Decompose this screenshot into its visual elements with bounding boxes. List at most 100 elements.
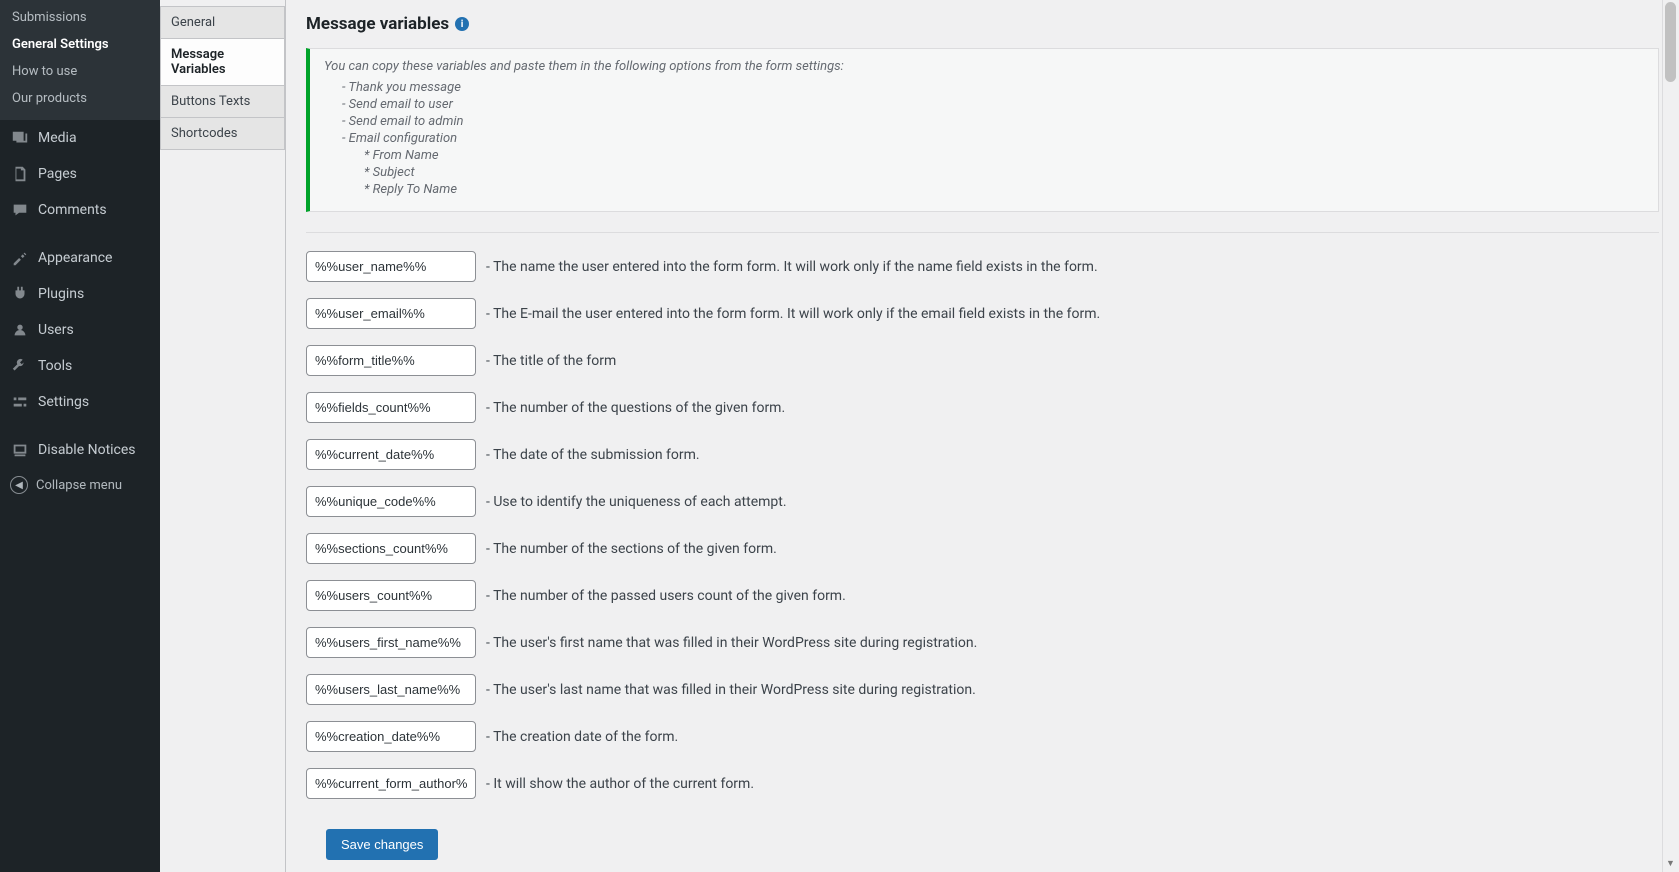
- variable-row: - The date of the submission form.: [306, 439, 1659, 470]
- notice-lead: You can copy these variables and paste t…: [324, 59, 1644, 74]
- tab-general[interactable]: General: [160, 6, 285, 38]
- variable-description: - The creation date of the form.: [486, 729, 678, 745]
- page-title: Message variables i: [306, 14, 1659, 34]
- save-button-wrap: Save changes: [326, 829, 438, 860]
- sidebar-item-label: Plugins: [38, 286, 84, 302]
- notice-line: - Send email to user: [324, 97, 1644, 112]
- sidebar-item-label: Settings: [38, 394, 89, 410]
- page-title-text: Message variables: [306, 14, 449, 34]
- media-icon: [10, 128, 30, 148]
- sidebar-item-pages[interactable]: Pages: [0, 156, 160, 192]
- separator: [306, 232, 1659, 233]
- comments-icon: [10, 200, 30, 220]
- scrollbar-thumb[interactable]: [1665, 2, 1676, 82]
- variable-token-input[interactable]: [306, 392, 476, 423]
- tab-buttons-texts[interactable]: Buttons Texts: [160, 85, 285, 117]
- sidebar-sub-our-products[interactable]: Our products: [0, 85, 160, 112]
- variable-token-input[interactable]: [306, 345, 476, 376]
- notice-box: You can copy these variables and paste t…: [306, 48, 1659, 212]
- users-icon: [10, 320, 30, 340]
- notices-icon: [10, 440, 30, 460]
- variable-row: - The number of the questions of the giv…: [306, 392, 1659, 423]
- variable-description: - The number of the passed users count o…: [486, 588, 846, 604]
- variable-row: - The creation date of the form.: [306, 721, 1659, 752]
- info-icon[interactable]: i: [455, 17, 469, 31]
- sidebar-item-appearance[interactable]: Appearance: [0, 240, 160, 276]
- sidebar-item-label: Tools: [38, 358, 72, 374]
- collapse-menu[interactable]: ◀ Collapse menu: [0, 468, 160, 502]
- variable-token-input[interactable]: [306, 251, 476, 282]
- variable-row: - The user's last name that was filled i…: [306, 674, 1659, 705]
- main-area: General Message Variables Buttons Texts …: [160, 0, 1679, 872]
- wp-admin-sidebar: Submissions General Settings How to use …: [0, 0, 160, 872]
- sidebar-item-label: Media: [38, 130, 77, 146]
- app-root: Submissions General Settings How to use …: [0, 0, 1679, 872]
- variable-token-input[interactable]: [306, 298, 476, 329]
- sidebar-separator: [0, 420, 160, 432]
- notice-line: - Email configuration: [324, 131, 1644, 146]
- sidebar-item-settings[interactable]: Settings: [0, 384, 160, 420]
- settings-tabs: General Message Variables Buttons Texts …: [160, 0, 285, 872]
- variable-token-input[interactable]: [306, 486, 476, 517]
- variable-row: - The user's first name that was filled …: [306, 627, 1659, 658]
- variable-token-input[interactable]: [306, 580, 476, 611]
- notice-line: - Thank you message: [324, 80, 1644, 95]
- variable-token-input[interactable]: [306, 533, 476, 564]
- variable-description: - The number of the questions of the giv…: [486, 400, 785, 416]
- sidebar-item-users[interactable]: Users: [0, 312, 160, 348]
- sidebar-separator: [0, 228, 160, 240]
- sidebar-item-media[interactable]: Media: [0, 120, 160, 156]
- tools-icon: [10, 356, 30, 376]
- tab-shortcodes[interactable]: Shortcodes: [160, 117, 285, 150]
- notice-line: - Send email to admin: [324, 114, 1644, 129]
- collapse-icon: ◀: [10, 476, 28, 494]
- notice-subline: * Subject: [324, 165, 1644, 180]
- variable-token-input[interactable]: [306, 439, 476, 470]
- variable-description: - The E-mail the user entered into the f…: [486, 306, 1100, 322]
- sidebar-item-label: Comments: [38, 202, 107, 218]
- appearance-icon: [10, 248, 30, 268]
- variable-description: - The name the user entered into the for…: [486, 259, 1098, 275]
- variable-description: - Use to identify the uniqueness of each…: [486, 494, 787, 510]
- sidebar-item-label: Disable Notices: [38, 442, 136, 458]
- tab-message-variables[interactable]: Message Variables: [160, 38, 285, 85]
- vertical-scrollbar[interactable]: ▼: [1662, 0, 1679, 872]
- sidebar-item-plugins[interactable]: Plugins: [0, 276, 160, 312]
- variable-description: - The user's first name that was filled …: [486, 635, 977, 651]
- variable-token-input[interactable]: [306, 768, 476, 799]
- variable-row: - The number of the sections of the give…: [306, 533, 1659, 564]
- plugins-icon: [10, 284, 30, 304]
- variable-row: - The name the user entered into the for…: [306, 251, 1659, 282]
- variable-token-input[interactable]: [306, 627, 476, 658]
- variable-description: - The title of the form: [486, 353, 616, 369]
- collapse-label: Collapse menu: [36, 478, 122, 493]
- sidebar-main-menu: Media Pages Comments Appearance Plugins: [0, 120, 160, 468]
- variable-row: - The title of the form: [306, 345, 1659, 376]
- sidebar-sub-how-to-use[interactable]: How to use: [0, 58, 160, 85]
- save-button[interactable]: Save changes: [326, 829, 438, 860]
- sidebar-item-label: Pages: [38, 166, 77, 182]
- variable-token-input[interactable]: [306, 674, 476, 705]
- variable-description: - The number of the sections of the give…: [486, 541, 777, 557]
- variable-description: - The date of the submission form.: [486, 447, 700, 463]
- sidebar-item-tools[interactable]: Tools: [0, 348, 160, 384]
- notice-subline: * From Name: [324, 148, 1644, 163]
- sidebar-item-disable-notices[interactable]: Disable Notices: [0, 432, 160, 468]
- sidebar-item-label: Appearance: [38, 250, 112, 266]
- variable-token-input[interactable]: [306, 721, 476, 752]
- sidebar-sub-submissions[interactable]: Submissions: [0, 4, 160, 31]
- sidebar-sub-general-settings[interactable]: General Settings: [0, 31, 160, 58]
- settings-icon: [10, 392, 30, 412]
- content-panel: Message variables i You can copy these v…: [285, 0, 1679, 872]
- sidebar-submenu: Submissions General Settings How to use …: [0, 0, 160, 120]
- pages-icon: [10, 164, 30, 184]
- notice-subline: * Reply To Name: [324, 182, 1644, 197]
- variable-row: - The number of the passed users count o…: [306, 580, 1659, 611]
- variable-description: - It will show the author of the current…: [486, 776, 754, 792]
- variable-row: - The E-mail the user entered into the f…: [306, 298, 1659, 329]
- sidebar-item-comments[interactable]: Comments: [0, 192, 160, 228]
- sidebar-item-label: Users: [38, 322, 74, 338]
- variable-description: - The user's last name that was filled i…: [486, 682, 976, 698]
- scrollbar-arrow-down-icon[interactable]: ▼: [1666, 860, 1675, 869]
- variable-row: - Use to identify the uniqueness of each…: [306, 486, 1659, 517]
